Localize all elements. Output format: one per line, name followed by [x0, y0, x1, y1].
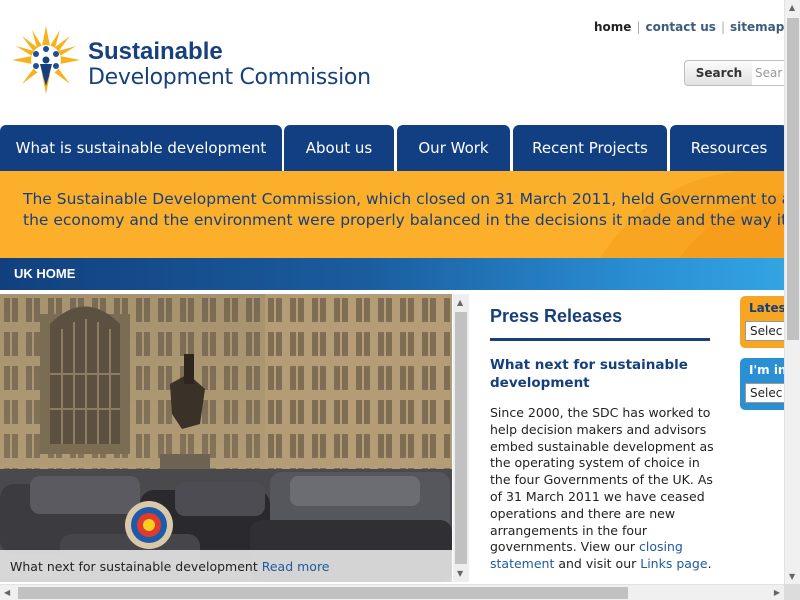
page: Sustainable Development Commission home |…	[0, 0, 784, 584]
scroll-thumb[interactable]	[787, 18, 799, 340]
press-body-text: and visit our	[554, 556, 641, 572]
section-bar: UK HOME	[0, 258, 784, 290]
feature-caption-text: What next for sustainable development	[10, 559, 258, 574]
utility-links: home|contact us|sitemap|	[594, 20, 784, 34]
scroll-up-icon[interactable]: ▲	[457, 298, 463, 307]
intro-text-line2: the economy and the environment were pro…	[23, 211, 784, 229]
scroll-thumb[interactable]	[18, 587, 628, 599]
horizontal-scrollbar[interactable]: ◀ ▶	[0, 584, 784, 600]
site-title-line2: Development Commission	[88, 65, 371, 90]
search-input[interactable]: Sear	[752, 60, 784, 86]
feature-image[interactable]	[0, 294, 452, 582]
site-title-line1: Sustainable	[88, 38, 223, 65]
divider: |	[636, 20, 641, 34]
nav-about-us[interactable]: About us	[284, 125, 394, 171]
nav-resources[interactable]: Resources	[670, 125, 784, 171]
feature-caption: What next for sustainable development Re…	[0, 550, 452, 582]
nav-our-work[interactable]: Our Work	[397, 125, 510, 171]
scroll-thumb[interactable]	[455, 312, 467, 564]
uk-home-label[interactable]: UK HOME	[14, 266, 75, 281]
links-page-link[interactable]: Links page	[640, 556, 707, 571]
intro-text: The Sustainable Development Commission, …	[23, 189, 784, 231]
contact-us-link[interactable]: contact us	[645, 20, 715, 34]
press-body-text: .	[707, 556, 712, 572]
nav-what-is-sd[interactable]: What is sustainable development	[0, 125, 282, 171]
scrollbar-corner	[784, 584, 800, 600]
intro-text-line1: The Sustainable Development Commission, …	[23, 190, 784, 208]
im-in-label: I'm in	[749, 363, 784, 377]
scroll-down-icon[interactable]: ▼	[789, 572, 795, 581]
search-button[interactable]: Search	[684, 60, 754, 86]
scroll-left-icon[interactable]: ◀	[4, 588, 10, 597]
scroll-down-icon[interactable]: ▼	[457, 569, 463, 578]
home-link[interactable]: home	[594, 20, 631, 34]
logo-icon[interactable]	[10, 24, 82, 100]
scroll-right-icon[interactable]: ▶	[774, 588, 780, 597]
im-in-box: I'm in Selec	[740, 358, 784, 410]
vertical-scrollbar[interactable]: ▲ ▼	[784, 0, 800, 584]
latest-box: Latest Selec	[740, 296, 784, 348]
press-divider	[490, 338, 710, 341]
site-title[interactable]: Sustainable Development Commission	[88, 40, 371, 89]
divider: |	[720, 20, 725, 34]
scroll-up-icon[interactable]: ▲	[789, 3, 795, 12]
press-headline[interactable]: What next for sustainable development	[490, 356, 715, 392]
press-body-text: Since 2000, the SDC has worked to help d…	[490, 405, 714, 555]
latest-label: Latest	[749, 301, 784, 315]
feature-scrollbar[interactable]: ▲ ▼	[453, 294, 469, 582]
press-releases-title: Press Releases	[490, 306, 623, 326]
intro-banner: The Sustainable Development Commission, …	[0, 171, 784, 258]
nav-recent-projects[interactable]: Recent Projects	[513, 125, 667, 171]
im-in-select[interactable]: Selec	[745, 383, 784, 403]
press-body: Since 2000, the SDC has worked to help d…	[490, 405, 715, 573]
main-nav: What is sustainable development About us…	[0, 125, 784, 171]
read-more-link[interactable]: Read more	[262, 559, 330, 574]
sitemap-link[interactable]: sitemap	[730, 20, 784, 34]
latest-select[interactable]: Selec	[745, 321, 784, 341]
